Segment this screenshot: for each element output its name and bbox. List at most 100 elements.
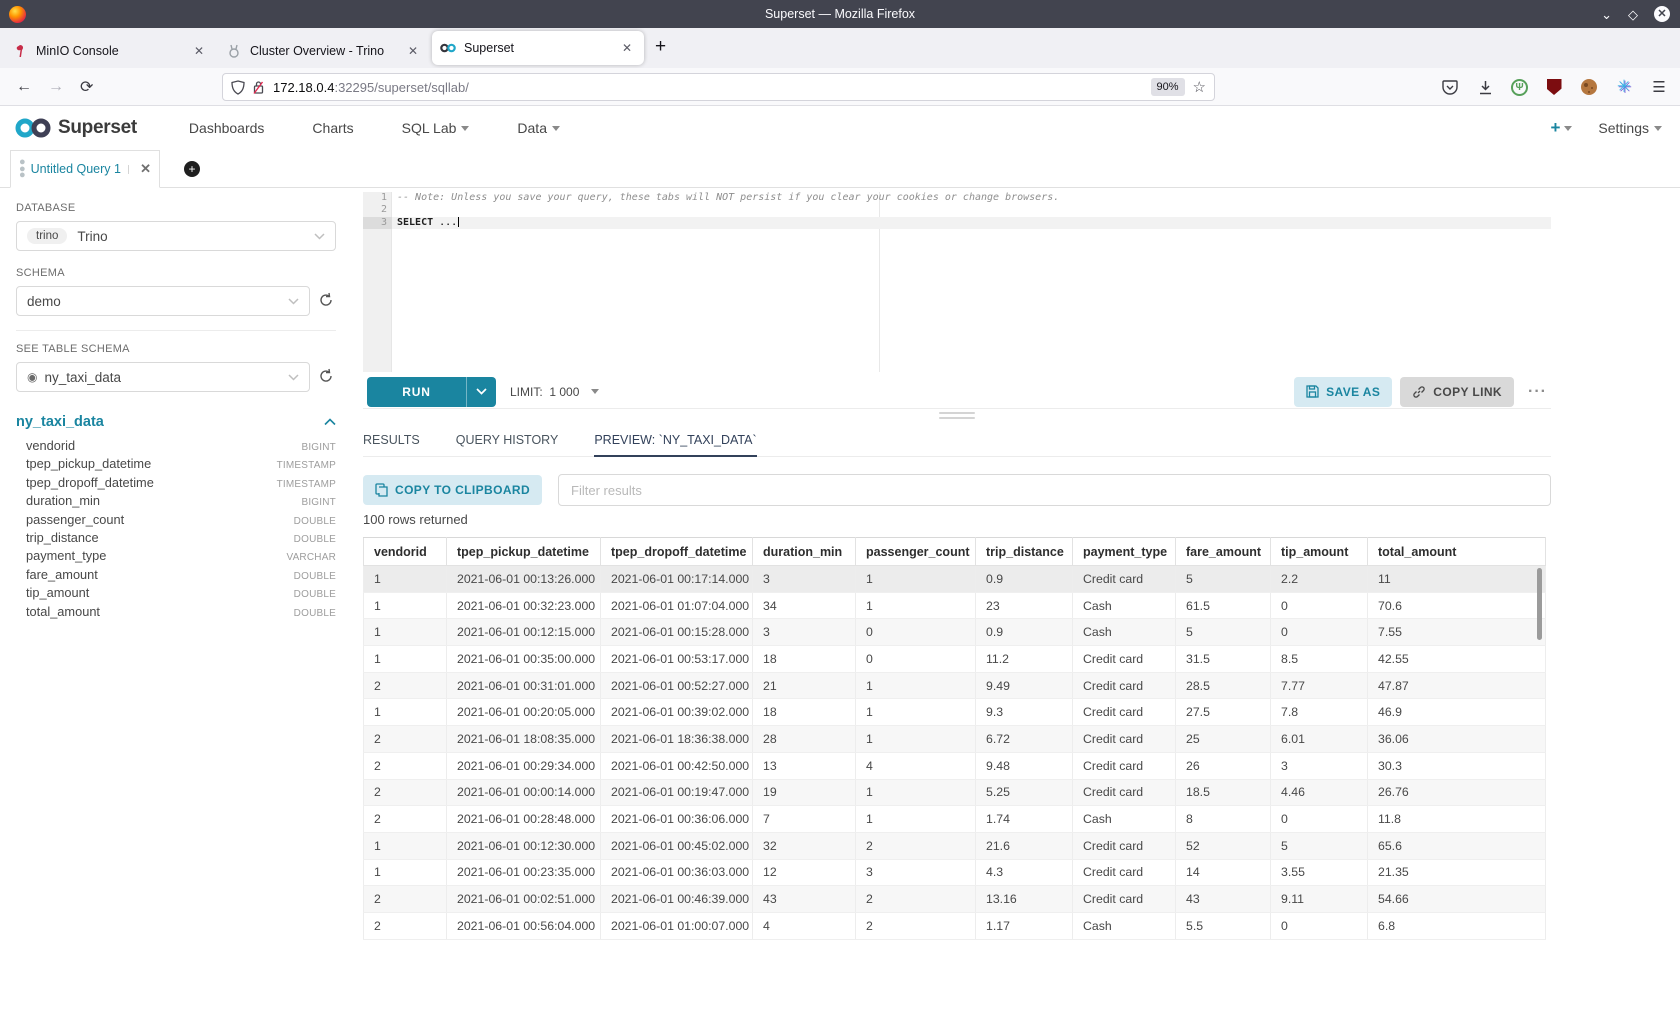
table-select[interactable]: ◉ ny_taxi_data bbox=[16, 362, 310, 392]
table-row[interactable]: 22021-06-01 00:00:14.0002021-06-01 00:19… bbox=[364, 779, 1546, 806]
sql-editor[interactable]: 1-- Note: Unless you save your query, th… bbox=[363, 192, 1551, 372]
bookmark-star-icon[interactable]: ☆ bbox=[1193, 78, 1206, 96]
limit-dropdown[interactable]: LIMIT: 1 000 bbox=[510, 385, 579, 399]
settings-menu[interactable]: Settings bbox=[1598, 120, 1662, 136]
pocket-icon[interactable] bbox=[1441, 78, 1459, 96]
close-window-icon[interactable]: ✕ bbox=[1654, 6, 1670, 22]
table-cell: 36.06 bbox=[1368, 726, 1546, 753]
results-tab-results[interactable]: RESULTS bbox=[363, 428, 420, 456]
cookie-extension-icon[interactable] bbox=[1580, 78, 1598, 96]
browser-tab-superset[interactable]: Superset ✕ bbox=[432, 31, 644, 65]
table-row[interactable]: 22021-06-01 00:28:48.0002021-06-01 00:36… bbox=[364, 806, 1546, 833]
column-header[interactable]: tip_amount bbox=[1271, 538, 1368, 566]
table-row[interactable]: 22021-06-01 18:08:35.0002021-06-01 18:36… bbox=[364, 726, 1546, 753]
table-cell: Cash bbox=[1073, 592, 1176, 619]
query-tab-untitled[interactable]: ●●● Untitled Query 1 ✕ bbox=[10, 150, 160, 188]
column-header[interactable]: trip_distance bbox=[976, 538, 1073, 566]
column-header[interactable]: total_amount bbox=[1368, 538, 1546, 566]
browser-tab-minio[interactable]: MinIO Console ✕ bbox=[4, 34, 216, 68]
table-row[interactable]: 12021-06-01 00:35:00.0002021-06-01 00:53… bbox=[364, 646, 1546, 673]
schema-column-row[interactable]: passenger_countDOUBLE bbox=[16, 512, 336, 530]
table-row[interactable]: 12021-06-01 00:12:30.0002021-06-01 00:45… bbox=[364, 832, 1546, 859]
hamburger-menu-icon[interactable]: ☰ bbox=[1650, 78, 1668, 96]
refresh-table-icon[interactable] bbox=[318, 368, 336, 386]
line-code: -- Note: Unless you save your query, the… bbox=[392, 192, 1059, 204]
table-row[interactable]: 12021-06-01 00:12:15.0002021-06-01 00:15… bbox=[364, 619, 1546, 646]
nav-charts[interactable]: Charts bbox=[288, 120, 377, 136]
column-header[interactable]: tpep_pickup_datetime bbox=[447, 538, 601, 566]
copy-link-button[interactable]: COPY LINK bbox=[1400, 377, 1514, 407]
new-tab-button[interactable]: + bbox=[655, 36, 666, 58]
schema-column-row[interactable]: duration_minBIGINT bbox=[16, 493, 336, 511]
schema-column-row[interactable]: tip_amountDOUBLE bbox=[16, 585, 336, 603]
schema-select[interactable]: demo bbox=[16, 286, 310, 316]
editor-line[interactable]: 2 bbox=[363, 204, 1551, 216]
schema-column-row[interactable]: fare_amountDOUBLE bbox=[16, 567, 336, 585]
run-label[interactable]: RUN bbox=[367, 377, 467, 407]
column-header[interactable]: vendorid bbox=[364, 538, 447, 566]
copy-to-clipboard-button[interactable]: COPY TO CLIPBOARD bbox=[363, 475, 542, 505]
table-row[interactable]: 22021-06-01 00:56:04.0002021-06-01 01:00… bbox=[364, 912, 1546, 939]
zoom-level-badge[interactable]: 90% bbox=[1151, 78, 1185, 96]
schema-column-row[interactable]: tpep_dropoff_datetimeTIMESTAMP bbox=[16, 475, 336, 493]
tab-close-icon[interactable]: ✕ bbox=[618, 39, 636, 57]
schema-table-name[interactable]: ny_taxi_data bbox=[16, 414, 104, 430]
browser-tab-trino[interactable]: Cluster Overview - Trino ✕ bbox=[218, 34, 430, 68]
minimize-icon[interactable]: ⌄ bbox=[1601, 8, 1612, 21]
run-options-chevron-icon[interactable] bbox=[467, 377, 496, 407]
column-header[interactable]: payment_type bbox=[1073, 538, 1176, 566]
url-bar[interactable]: 172.18.0.4:32295/superset/sqllab/ 90% ☆ bbox=[222, 73, 1215, 101]
editor-line[interactable]: 1-- Note: Unless you save your query, th… bbox=[363, 192, 1551, 204]
run-button[interactable]: RUN bbox=[367, 377, 496, 407]
table-scrollbar[interactable] bbox=[1537, 568, 1542, 640]
ublock-origin-icon[interactable] bbox=[1545, 78, 1563, 96]
database-select[interactable]: trino Trino bbox=[16, 221, 336, 251]
drag-grip-icon[interactable]: ●●● bbox=[19, 159, 25, 179]
refresh-schema-icon[interactable] bbox=[318, 292, 336, 310]
chevron-down-icon bbox=[288, 374, 299, 381]
editor-line[interactable]: 3SELECT ... bbox=[363, 217, 1551, 229]
pane-resize-handle[interactable] bbox=[939, 412, 975, 422]
schema-column-row[interactable]: vendoridBIGINT bbox=[16, 438, 336, 456]
table-row[interactable]: 22021-06-01 00:29:34.0002021-06-01 00:42… bbox=[364, 752, 1546, 779]
column-header[interactable]: tpep_dropoff_datetime bbox=[601, 538, 753, 566]
add-query-tab-button[interactable]: + bbox=[184, 161, 200, 177]
more-actions-button[interactable]: ··· bbox=[1528, 383, 1547, 401]
column-header[interactable]: duration_min bbox=[753, 538, 856, 566]
url-text[interactable]: 172.18.0.4:32295/superset/sqllab/ bbox=[273, 80, 1151, 95]
table-row[interactable]: 12021-06-01 00:32:23.0002021-06-01 01:07… bbox=[364, 592, 1546, 619]
tab-close-icon[interactable]: ✕ bbox=[404, 42, 422, 60]
nav-dashboards[interactable]: Dashboards bbox=[165, 120, 289, 136]
table-row[interactable]: 22021-06-01 00:31:01.0002021-06-01 00:52… bbox=[364, 672, 1546, 699]
superset-brand[interactable]: Superset bbox=[14, 117, 137, 139]
schema-column-row[interactable]: tpep_pickup_datetimeTIMESTAMP bbox=[16, 456, 336, 474]
broken-lock-icon[interactable] bbox=[252, 80, 265, 95]
schema-column-row[interactable]: payment_typeVARCHAR bbox=[16, 548, 336, 566]
collapse-chevron-icon[interactable] bbox=[324, 418, 336, 426]
tab-close-icon[interactable]: ✕ bbox=[190, 42, 208, 60]
filter-results-input[interactable] bbox=[558, 474, 1551, 506]
asterisk-extension-icon[interactable]: ✳ bbox=[1615, 78, 1633, 96]
schema-column-row[interactable]: total_amountDOUBLE bbox=[16, 604, 336, 622]
reload-icon[interactable]: ⟳ bbox=[80, 77, 93, 97]
results-tab-query[interactable]: QUERY HISTORY bbox=[456, 428, 559, 456]
table-row[interactable]: 12021-06-01 00:13:26.0002021-06-01 00:17… bbox=[364, 566, 1546, 593]
nav-data[interactable]: Data bbox=[493, 120, 584, 136]
table-row[interactable]: 12021-06-01 00:20:05.0002021-06-01 00:39… bbox=[364, 699, 1546, 726]
green-extension-icon[interactable]: Ψ bbox=[1511, 79, 1528, 96]
column-header[interactable]: fare_amount bbox=[1176, 538, 1271, 566]
forward-icon[interactable]: → bbox=[48, 78, 64, 96]
downloads-icon[interactable] bbox=[1476, 78, 1494, 96]
table-row[interactable]: 12021-06-01 00:23:35.0002021-06-01 00:36… bbox=[364, 859, 1546, 886]
save-as-button[interactable]: SAVE AS bbox=[1294, 377, 1392, 407]
results-tab-preview[interactable]: PREVIEW: `NY_TAXI_DATA` bbox=[594, 428, 756, 456]
nav-sql-lab[interactable]: SQL Lab bbox=[378, 120, 494, 136]
table-row[interactable]: 22021-06-01 00:02:51.0002021-06-01 00:46… bbox=[364, 886, 1546, 913]
schema-column-row[interactable]: trip_distanceDOUBLE bbox=[16, 530, 336, 548]
column-header[interactable]: passenger_count bbox=[856, 538, 976, 566]
maximize-icon[interactable]: ◇ bbox=[1628, 8, 1638, 21]
back-icon[interactable]: ← bbox=[16, 78, 32, 96]
shield-icon[interactable] bbox=[231, 80, 245, 95]
new-item-button[interactable]: + bbox=[1550, 118, 1572, 138]
query-tab-close-icon[interactable]: ✕ bbox=[140, 161, 151, 177]
